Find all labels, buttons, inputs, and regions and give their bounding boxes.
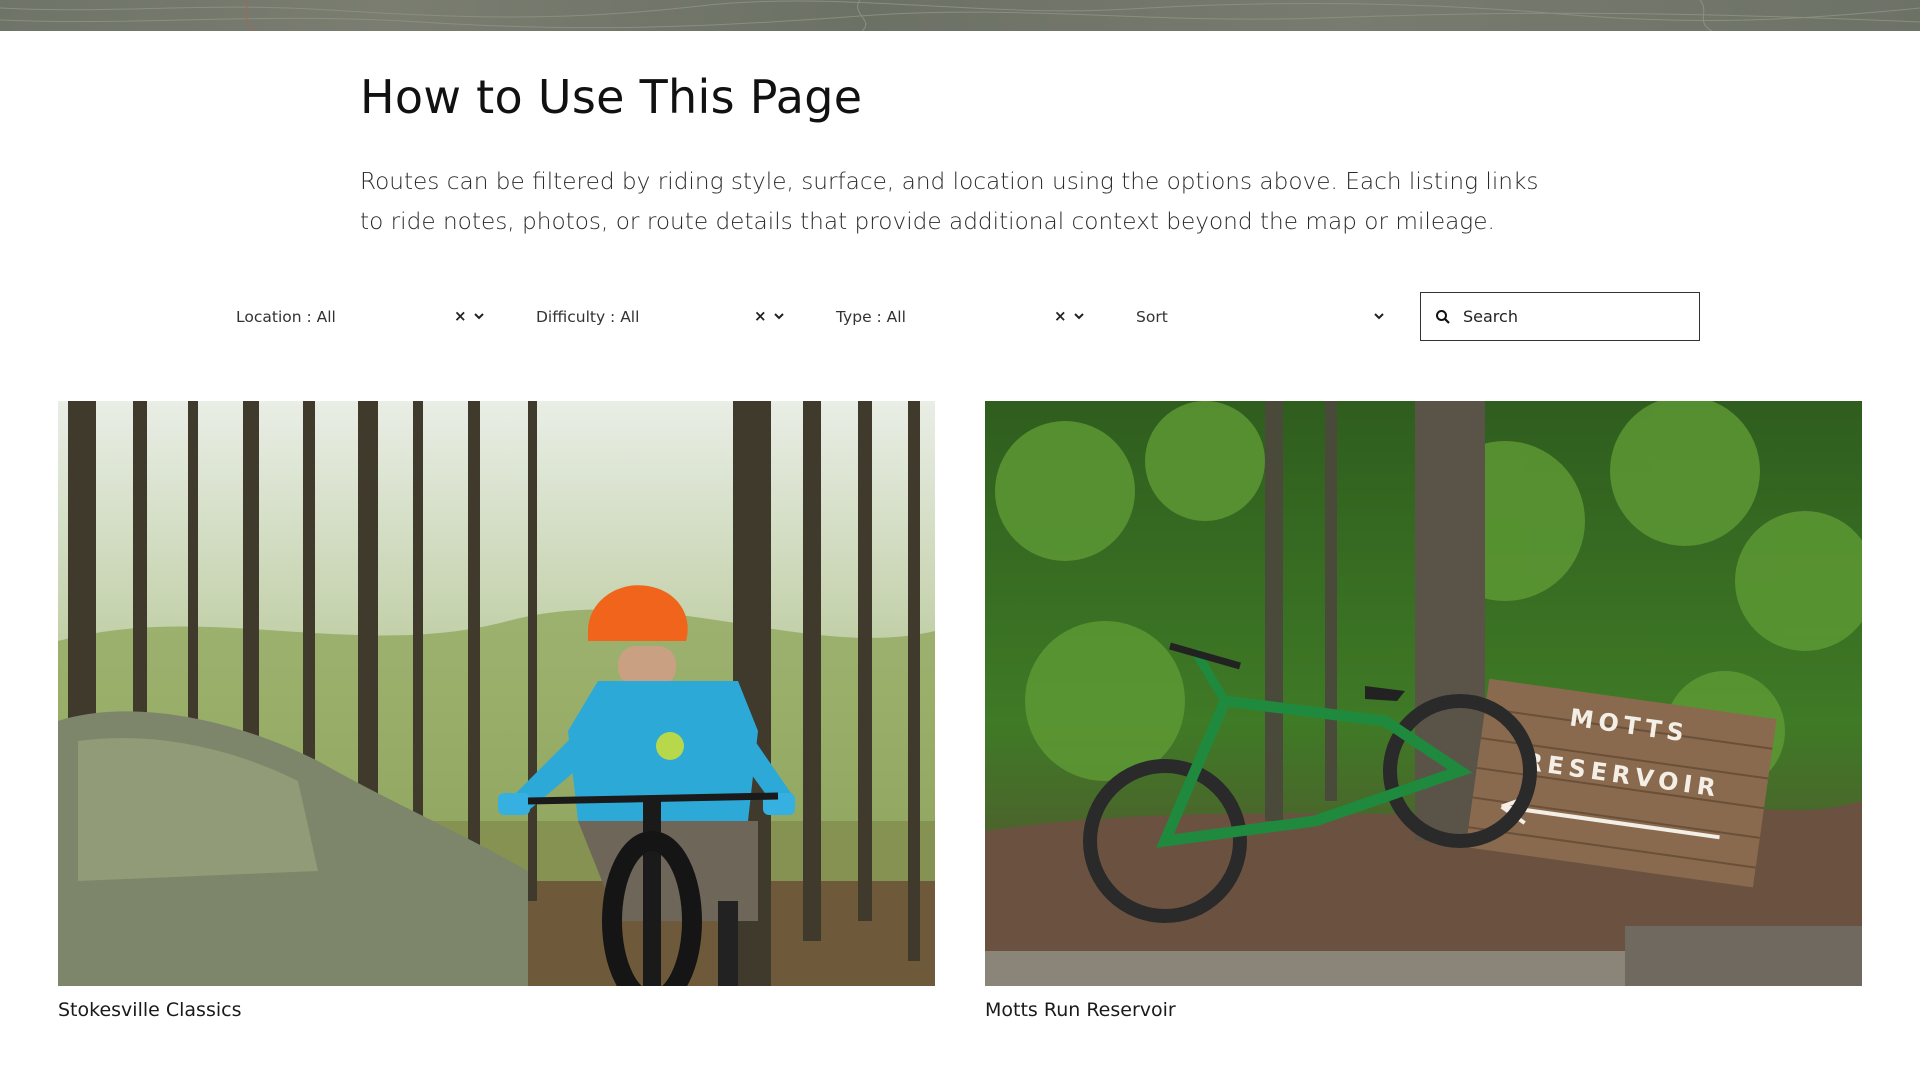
page-title: How to Use This Page	[360, 70, 863, 124]
location-filter[interactable]: Location : All ×	[236, 292, 486, 342]
difficulty-filter-label: Difficulty : All	[536, 308, 640, 326]
location-clear-icon[interactable]: ×	[454, 307, 467, 325]
type-filter-label: Type : All	[836, 308, 906, 326]
sort-select-label: Sort	[1136, 308, 1168, 326]
location-filter-label: Location : All	[236, 308, 336, 326]
map-banner-strip	[0, 0, 1920, 31]
difficulty-clear-icon[interactable]: ×	[754, 307, 767, 325]
route-card-title[interactable]: Motts Run Reservoir	[985, 999, 1862, 1021]
route-card-stokesville[interactable]: Stokesville Classics	[58, 401, 935, 1021]
search-input[interactable]	[1463, 307, 1683, 326]
route-card-title[interactable]: Stokesville Classics	[58, 999, 935, 1021]
type-clear-icon[interactable]: ×	[1054, 307, 1067, 325]
route-card-motts-run[interactable]: MOTTS RESERVOIR Motts Run Reservoir	[985, 401, 1862, 1021]
route-photo-mountain-biker[interactable]	[58, 401, 935, 986]
search-icon	[1436, 309, 1450, 324]
search-box[interactable]	[1420, 292, 1700, 341]
intro-paragraph: Routes can be filtered by riding style, …	[360, 168, 1539, 235]
type-filter[interactable]: Type : All ×	[836, 292, 1086, 342]
sort-select[interactable]: Sort	[1136, 292, 1386, 342]
type-chevron-down-icon[interactable]	[1072, 309, 1086, 323]
sort-chevron-down-icon[interactable]	[1372, 309, 1386, 323]
difficulty-filter[interactable]: Difficulty : All ×	[536, 292, 786, 342]
difficulty-chevron-down-icon[interactable]	[772, 309, 786, 323]
route-photo-bike-and-sign[interactable]: MOTTS RESERVOIR	[985, 401, 1862, 986]
location-chevron-down-icon[interactable]	[472, 309, 486, 323]
